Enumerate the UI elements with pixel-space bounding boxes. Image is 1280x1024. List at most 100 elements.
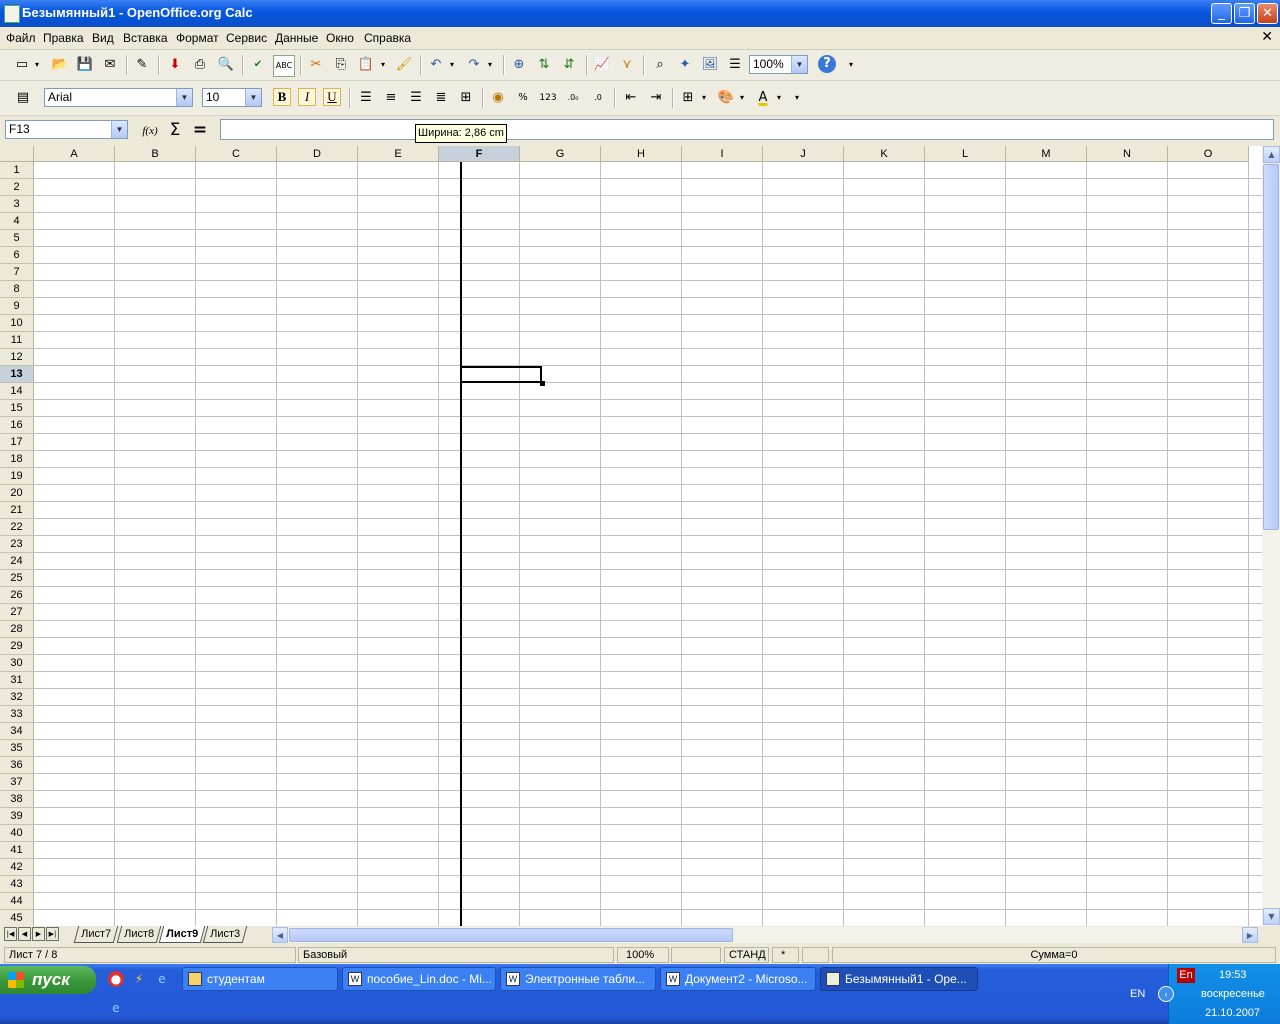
row-header-8[interactable]: 8 [0, 281, 34, 298]
row-header-16[interactable]: 16 [0, 417, 34, 434]
scroll-down-icon[interactable]: ▼ [1263, 908, 1280, 925]
name-box[interactable]: F13 ▼ [5, 120, 128, 139]
menu-insert[interactable]: Вставка [123, 31, 168, 45]
restore-button[interactable]: ❐ [1234, 3, 1255, 24]
format-paintbrush-icon[interactable]: 🖌 [394, 55, 414, 75]
redo-dropdown-icon[interactable]: ▾ [484, 55, 496, 75]
row-header-15[interactable]: 15 [0, 400, 34, 417]
font-color-icon[interactable]: A [753, 88, 773, 108]
bold-icon[interactable]: B [273, 88, 291, 106]
chevron-down-icon[interactable]: ▼ [176, 89, 192, 106]
row-header-35[interactable]: 35 [0, 740, 34, 757]
start-button[interactable]: пуск [0, 966, 96, 994]
row-header-10[interactable]: 10 [0, 315, 34, 332]
column-header-J[interactable]: J [763, 146, 844, 162]
row-header-17[interactable]: 17 [0, 434, 34, 451]
borders-dropdown-icon[interactable]: ▾ [698, 88, 710, 108]
menu-window[interactable]: Окно [326, 31, 354, 45]
clock-time[interactable]: 19:53 [1219, 969, 1247, 981]
row-header-4[interactable]: 4 [0, 213, 34, 230]
cell-cursor-F13[interactable] [460, 366, 542, 383]
page-style[interactable]: Базовый [298, 947, 614, 963]
menu-help[interactable]: Справка [364, 31, 411, 45]
datasources-icon[interactable]: ☰ [725, 55, 745, 75]
menu-view[interactable]: Вид [92, 31, 114, 45]
tray-expand-icon[interactable]: ‹ [1158, 986, 1174, 1002]
ie-quicklaunch-icon[interactable]: e [154, 971, 170, 987]
hyperlink-icon[interactable]: ⊕ [509, 55, 529, 75]
row-header-24[interactable]: 24 [0, 553, 34, 570]
row-header-9[interactable]: 9 [0, 298, 34, 315]
scroll-up-icon[interactable]: ▲ [1263, 146, 1280, 163]
sheet-tab-3[interactable]: Лист3 [202, 926, 248, 943]
currency-format-icon[interactable]: ◉ [488, 88, 508, 108]
browser-quicklaunch-icon[interactable]: ● [108, 971, 124, 987]
row-header-41[interactable]: 41 [0, 842, 34, 859]
insert-mode[interactable]: СТАНД [724, 947, 769, 963]
row-header-27[interactable]: 27 [0, 604, 34, 621]
function-icon[interactable]: = [190, 120, 210, 140]
column-header-N[interactable]: N [1087, 146, 1168, 162]
paste-dropdown-icon[interactable]: ▾ [377, 55, 389, 75]
row-header-7[interactable]: 7 [0, 264, 34, 281]
function-wizard-icon[interactable]: f(x) [140, 121, 160, 141]
sum-icon[interactable]: Σ [165, 120, 185, 140]
row-header-31[interactable]: 31 [0, 672, 34, 689]
undo-icon[interactable]: ↶ [426, 55, 446, 75]
merge-cells-icon[interactable]: ⊞ [456, 88, 476, 108]
task-calc[interactable]: Безымянный1 - Ope... [820, 967, 978, 991]
autofilter-icon[interactable]: ⋎ [617, 55, 637, 75]
toolbar-options-icon[interactable]: ▾ [791, 88, 803, 108]
scroll-left-icon[interactable]: ◀ [272, 927, 288, 943]
ie-quicklaunch-icon-2[interactable]: e [108, 1000, 124, 1016]
spellcheck-icon[interactable]: ✔ [248, 55, 268, 75]
first-sheet-icon[interactable]: |◀ [4, 927, 17, 941]
font-name-select[interactable]: Arial ▼ [44, 88, 193, 107]
menu-data[interactable]: Данные [275, 31, 318, 45]
row-header-38[interactable]: 38 [0, 791, 34, 808]
column-header-L[interactable]: L [925, 146, 1006, 162]
row-header-26[interactable]: 26 [0, 587, 34, 604]
redo-icon[interactable]: ↷ [464, 55, 484, 75]
row-header-44[interactable]: 44 [0, 893, 34, 910]
sheet-tab-7[interactable]: Лист7 [73, 926, 119, 943]
edit-file-icon[interactable]: ✎ [132, 55, 152, 75]
row-header-22[interactable]: 22 [0, 519, 34, 536]
prev-sheet-icon[interactable]: ◀ [18, 927, 31, 941]
row-header-21[interactable]: 21 [0, 502, 34, 519]
zoom-select[interactable]: 100% ▼ [749, 55, 808, 74]
vertical-scroll-thumb[interactable] [1263, 164, 1279, 530]
align-left-icon[interactable]: ☰ [356, 88, 376, 108]
row-header-42[interactable]: 42 [0, 859, 34, 876]
background-color-icon[interactable]: 🎨 [716, 88, 736, 108]
italic-icon[interactable]: I [298, 88, 316, 106]
row-header-11[interactable]: 11 [0, 332, 34, 349]
row-header-28[interactable]: 28 [0, 621, 34, 638]
last-sheet-icon[interactable]: ▶| [46, 927, 59, 941]
row-header-20[interactable]: 20 [0, 485, 34, 502]
calc-app-icon[interactable] [4, 5, 20, 23]
row-header-6[interactable]: 6 [0, 247, 34, 264]
task-word-doc2[interactable]: W Документ2 - Microso... [660, 967, 816, 991]
menu-file[interactable]: Файл [6, 31, 36, 45]
increase-indent-icon[interactable]: ⇥ [646, 88, 666, 108]
print-icon[interactable]: ⎙ [190, 55, 210, 75]
font-size-select[interactable]: 10 ▼ [202, 88, 262, 107]
new-dropdown-icon[interactable]: ▾ [31, 55, 43, 75]
row-header-2[interactable]: 2 [0, 179, 34, 196]
next-sheet-icon[interactable]: ▶ [32, 927, 45, 941]
menu-edit[interactable]: Правка [43, 31, 84, 45]
task-word-tables[interactable]: W Электронные табли... [500, 967, 656, 991]
align-right-icon[interactable]: ☰ [406, 88, 426, 108]
lightning-quicklaunch-icon[interactable]: ⚡ [131, 971, 147, 987]
borders-icon[interactable]: ⊞ [678, 88, 698, 108]
gallery-icon[interactable]: 🖼 [700, 55, 720, 75]
document-close-icon[interactable]: ✕ [1261, 29, 1273, 45]
row-header-5[interactable]: 5 [0, 230, 34, 247]
sheet-tab-8[interactable]: Лист8 [116, 926, 162, 943]
row-header-33[interactable]: 33 [0, 706, 34, 723]
row-header-19[interactable]: 19 [0, 468, 34, 485]
paste-icon[interactable]: 📋 [356, 55, 376, 75]
row-header-34[interactable]: 34 [0, 723, 34, 740]
row-header-39[interactable]: 39 [0, 808, 34, 825]
